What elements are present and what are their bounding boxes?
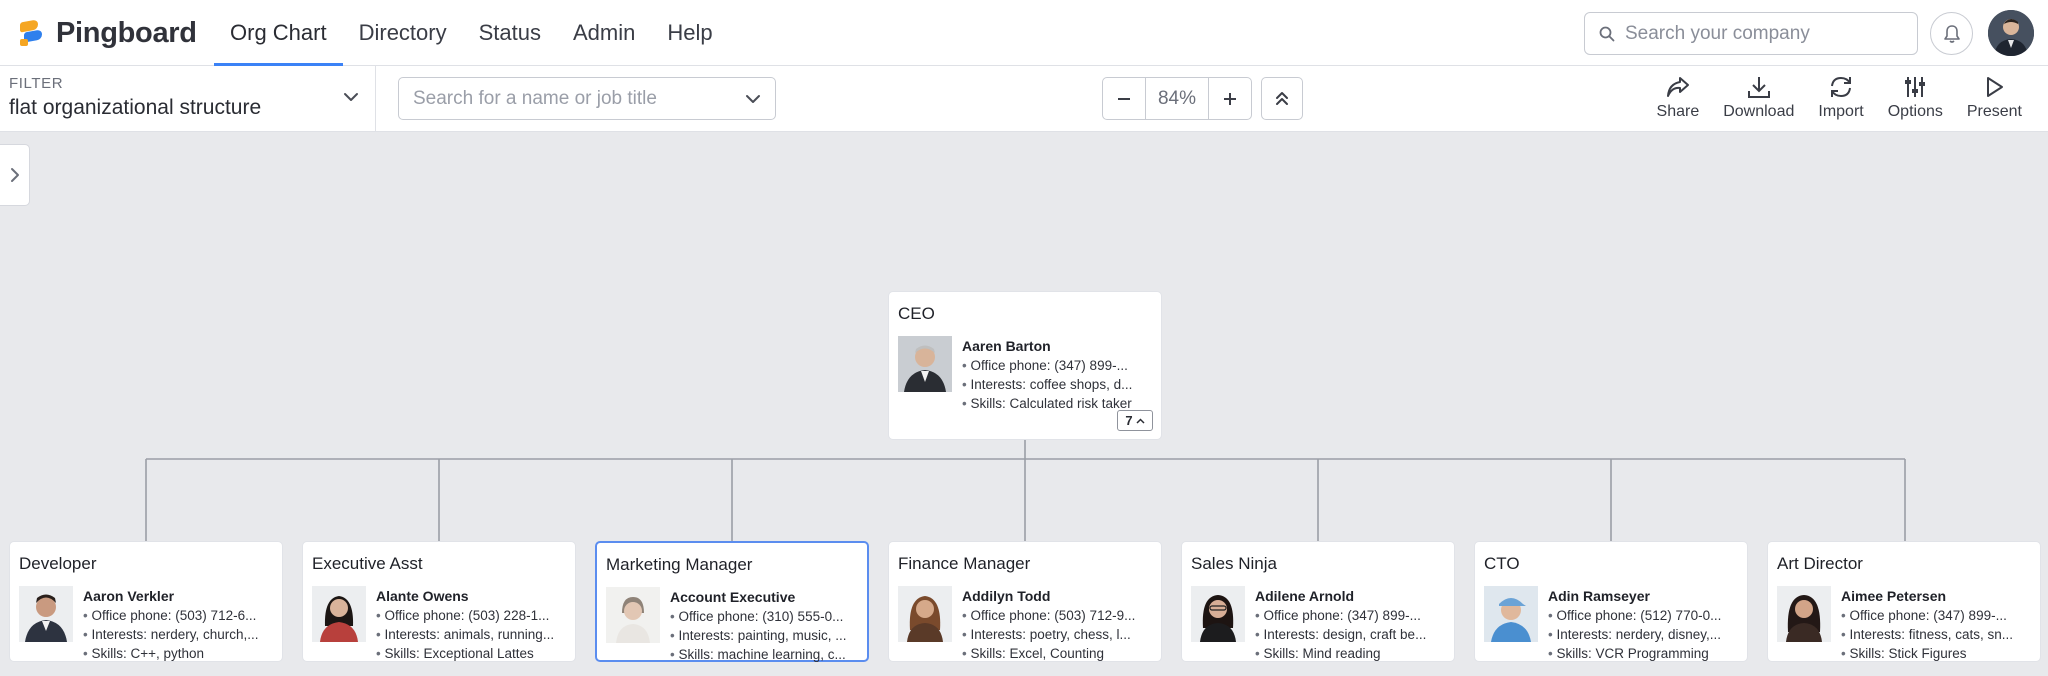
employee-name: Aaren Barton bbox=[962, 338, 1051, 354]
employee-card-sales-ninja[interactable]: Sales Ninja Adilene Arnold Office phone:… bbox=[1181, 541, 1455, 662]
employee-phone: Office phone: (347) 899-... bbox=[1255, 608, 1450, 623]
card-title: Developer bbox=[19, 554, 97, 573]
employee-skills: Skills: Exceptional Lattes bbox=[376, 646, 571, 661]
employee-skills: Skills: Excel, Counting bbox=[962, 646, 1157, 661]
card-title: Art Director bbox=[1777, 554, 1863, 573]
employee-phone: Office phone: (503) 712-9... bbox=[962, 608, 1157, 623]
profile-photo bbox=[606, 587, 660, 643]
employee-name: Aimee Petersen bbox=[1841, 588, 1947, 604]
card-title: CTO bbox=[1484, 554, 1520, 573]
employee-interests: Interests: fitness, cats, sn... bbox=[1841, 627, 2036, 642]
card-title: CEO bbox=[898, 304, 935, 323]
employee-phone: Office phone: (503) 228-1... bbox=[376, 608, 571, 623]
employee-card-marketing-manager[interactable]: Marketing Manager Account Executive Offi… bbox=[595, 541, 869, 662]
profile-photo bbox=[1484, 586, 1538, 642]
profile-photo bbox=[1191, 586, 1245, 642]
employee-interests: Interests: poetry, chess, l... bbox=[962, 627, 1157, 642]
employee-skills: Skills: Calculated risk taker bbox=[962, 396, 1157, 411]
profile-photo bbox=[312, 586, 366, 642]
employee-name: Adilene Arnold bbox=[1255, 588, 1355, 604]
employee-card-art-director[interactable]: Art Director Aimee Petersen Office phone… bbox=[1767, 541, 2041, 662]
employee-card-developer[interactable]: Developer Aaron Verkler Office phone: (5… bbox=[9, 541, 283, 662]
employee-name: Adin Ramseyer bbox=[1548, 588, 1650, 604]
employee-name: Alante Owens bbox=[376, 588, 469, 604]
ceo-card[interactable]: CEO Aaren Barton Office phone: (347) 899… bbox=[888, 291, 1162, 440]
employee-interests: Interests: animals, running... bbox=[376, 627, 571, 642]
employee-phone: Office phone: (310) 555-0... bbox=[670, 609, 865, 624]
employee-skills: Skills: machine learning, c... bbox=[670, 647, 865, 662]
employee-phone: Office phone: (512) 770-0... bbox=[1548, 608, 1743, 623]
direct-reports-toggle[interactable]: 7 bbox=[1117, 410, 1153, 431]
employee-name: Addilyn Todd bbox=[962, 588, 1051, 604]
employee-card-executive-asst[interactable]: Executive Asst Alante Owens Office phone… bbox=[302, 541, 576, 662]
card-title: Sales Ninja bbox=[1191, 554, 1277, 573]
chevron-up-icon bbox=[1136, 417, 1145, 424]
employee-phone: Office phone: (347) 899-... bbox=[962, 358, 1157, 373]
employee-name: Account Executive bbox=[670, 589, 796, 605]
direct-reports-count: 7 bbox=[1125, 413, 1133, 428]
employee-card-cto[interactable]: CTO Adin Ramseyer Office phone: (512) 77… bbox=[1474, 541, 1748, 662]
profile-photo bbox=[898, 336, 952, 392]
employee-interests: Interests: painting, music, ... bbox=[670, 628, 865, 643]
profile-photo bbox=[898, 586, 952, 642]
card-title: Executive Asst bbox=[312, 554, 423, 573]
employee-phone: Office phone: (503) 712-6... bbox=[83, 608, 278, 623]
profile-photo bbox=[19, 586, 73, 642]
employee-phone: Office phone: (347) 899-... bbox=[1841, 608, 2036, 623]
profile-photo bbox=[1777, 586, 1831, 642]
employee-interests: Interests: design, craft be... bbox=[1255, 627, 1450, 642]
card-title: Marketing Manager bbox=[606, 555, 753, 574]
employee-skills: Skills: Mind reading bbox=[1255, 646, 1450, 661]
employee-skills: Skills: VCR Programming bbox=[1548, 646, 1743, 661]
employee-skills: Skills: C++, python bbox=[83, 646, 278, 661]
employee-name: Aaron Verkler bbox=[83, 588, 175, 604]
card-title: Finance Manager bbox=[898, 554, 1031, 573]
employee-interests: Interests: nerdery, disney,... bbox=[1548, 627, 1743, 642]
employee-interests: Interests: nerdery, church,... bbox=[83, 627, 278, 642]
employee-interests: Interests: coffee shops, d... bbox=[962, 377, 1157, 392]
employee-skills: Skills: Stick Figures bbox=[1841, 646, 2036, 661]
employee-card-finance-manager[interactable]: Finance Manager Addilyn Todd Office phon… bbox=[888, 541, 1162, 662]
